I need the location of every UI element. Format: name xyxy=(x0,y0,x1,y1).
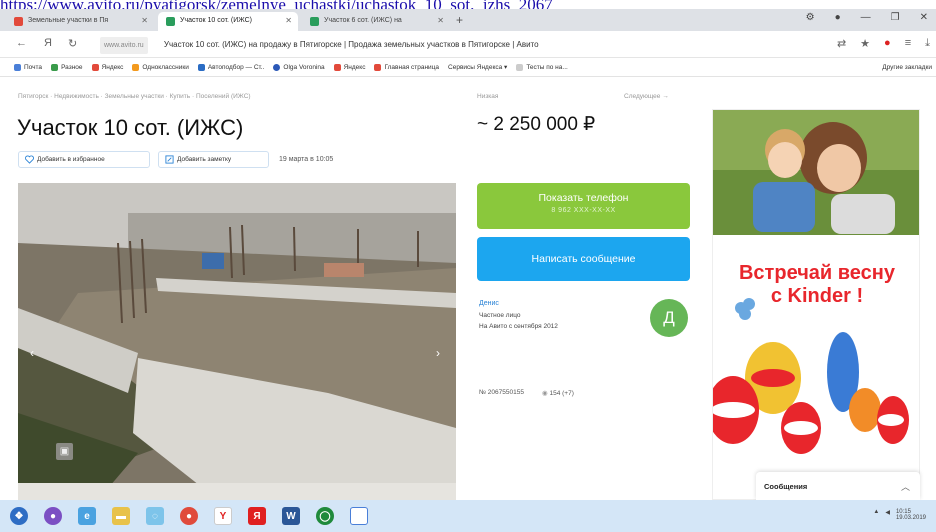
eye-icon: ◉ xyxy=(542,390,548,397)
new-tab-button[interactable]: + xyxy=(456,13,463,27)
ad-slogan: Встречай весну с Kinder ! xyxy=(738,262,895,307)
omnibox-title: Участок 10 сот. (ИЖС) на продажу в Пятиг… xyxy=(163,40,539,49)
avito-favicon-icon xyxy=(14,17,23,26)
address-bar-actions: ⇄ ★ ● ≡ ⤓ xyxy=(837,37,930,50)
account-icon[interactable]: ⚙ xyxy=(806,12,815,23)
messages-popup[interactable]: Сообщения ︿ xyxy=(756,472,920,500)
chevron-up-icon[interactable]: ︿ xyxy=(901,480,910,493)
bookmark-star-icon[interactable]: ★ xyxy=(860,37,870,50)
word-icon[interactable]: W xyxy=(282,507,300,525)
note-icon xyxy=(165,155,174,164)
yandex-browser-icon[interactable]: Y xyxy=(214,507,232,525)
app-icon[interactable]: ● xyxy=(44,507,62,525)
bookmark-item[interactable]: Сервисы Яндекса ▾ xyxy=(448,63,507,71)
bookmark-item[interactable]: Главная страница xyxy=(374,63,439,71)
bookmark-item[interactable]: Olga Voronina xyxy=(273,63,325,71)
app-icon[interactable] xyxy=(350,507,368,525)
next-listing-link[interactable]: Следующее → xyxy=(624,93,669,100)
show-phone-label: Показать телефон xyxy=(538,192,629,204)
tab-label: Участок 10 сот. (ИЖС) xyxy=(180,17,253,24)
clock[interactable]: 10:15 19.03.2019 xyxy=(896,509,926,521)
photo-gallery[interactable]: ‹ › ▣ xyxy=(18,183,456,500)
price-label: Низкая xyxy=(477,93,499,100)
minimize-icon[interactable]: — xyxy=(861,12,871,23)
app-icon[interactable]: ● xyxy=(180,507,198,525)
ie-icon[interactable]: e xyxy=(78,507,96,525)
yandex-icon[interactable]: Я xyxy=(248,507,266,525)
heart-icon xyxy=(25,155,34,164)
bookmark-item[interactable]: Разное xyxy=(51,63,83,71)
menu-icon[interactable]: ≡ xyxy=(905,37,911,50)
browser-tab-bar: Земельные участки в Пя ✕ Участок 10 сот.… xyxy=(0,9,936,31)
breadcrumb[interactable]: Пятигорск · Недвижимость · Земельные уча… xyxy=(18,93,251,100)
tab-uchastok-10[interactable]: Участок 10 сот. (ИЖС) ✕ xyxy=(158,12,298,31)
profile-icon[interactable]: ● xyxy=(884,37,891,50)
publish-date: 19 марта в 10:05 xyxy=(279,156,334,163)
tab-label: Участок 6 сот. (ИЖС) на xyxy=(324,17,402,24)
bookmark-item[interactable]: Яндекс xyxy=(333,63,365,71)
avito-favicon-icon xyxy=(166,17,175,26)
avito-favicon-icon xyxy=(310,17,319,26)
window-controls: ⚙ ● — ❐ ✕ xyxy=(806,12,928,23)
bookmark-item[interactable]: Почта xyxy=(14,63,42,71)
network-icon[interactable]: ▲ xyxy=(873,509,879,521)
os-taskbar: ❖ ● e ▬ ◌ ● Y Я W ◯ ▲ ◀ 10:15 19.03.2019 xyxy=(0,500,936,532)
page-url-link[interactable]: https://www.avito.ru/pyatigorsk/zemelnye… xyxy=(0,0,936,9)
listing-price: ~ 2 250 000 ₽ xyxy=(477,114,596,135)
close-icon[interactable]: ✕ xyxy=(285,16,292,25)
system-tray: ▲ ◀ 10:15 19.03.2019 xyxy=(873,509,926,521)
back-arrow-icon[interactable]: ← xyxy=(16,37,27,49)
start-button-icon[interactable]: ❖ xyxy=(10,507,28,525)
seller-name-link[interactable]: Денис xyxy=(479,300,499,307)
media-icon[interactable]: ◌ xyxy=(146,507,164,525)
translate-icon[interactable]: ⇄ xyxy=(837,37,846,50)
tab-zemelnye[interactable]: Земельные участки в Пя ✕ xyxy=(6,12,154,31)
extension-icon[interactable]: ● xyxy=(835,12,841,23)
page-title: Участок 10 сот. (ИЖС) xyxy=(17,115,244,140)
ad-number: № 2067550155 xyxy=(479,389,524,396)
add-note-button[interactable]: Добавить заметку xyxy=(158,151,269,168)
folder-icon[interactable]: ▬ xyxy=(112,507,130,525)
omnibox[interactable]: www.avito.ru Участок 10 сот. (ИЖС) на пр… xyxy=(100,36,760,54)
fullscreen-icon[interactable]: ▣ xyxy=(56,443,73,460)
seller-since: На Авито с сентября 2012 xyxy=(479,323,558,330)
bookmark-item[interactable]: Тесты по на... xyxy=(516,63,568,71)
omnibox-domain: www.avito.ru xyxy=(100,37,148,54)
gallery-next-arrow-icon[interactable]: › xyxy=(436,346,440,360)
avatar[interactable]: Д xyxy=(650,299,688,337)
avito-listing-page: Пятигорск · Недвижимость · Земельные уча… xyxy=(0,77,936,500)
masked-phone: 8 962 XXX-XX-XX xyxy=(551,207,616,214)
seller-type: Частное лицо xyxy=(479,312,521,319)
chrome-icon[interactable]: ◯ xyxy=(316,507,334,525)
show-phone-button[interactable]: Показать телефон 8 962 XXX-XX-XX xyxy=(477,183,690,229)
write-message-button[interactable]: Написать сообщение xyxy=(477,237,690,281)
view-count: ◉ 154 (+7) xyxy=(542,390,574,397)
close-icon[interactable]: ✕ xyxy=(437,16,444,25)
bookmarks-bar: Почта Разное Яндекс Одноклассники Автопо… xyxy=(0,58,936,77)
land-plot-photo xyxy=(18,183,456,500)
bookmark-item[interactable]: Автоподбор — Ст.. xyxy=(197,63,264,71)
address-bar: ← Я ↻ www.avito.ru Участок 10 сот. (ИЖС)… xyxy=(0,31,936,58)
volume-icon[interactable]: ◀ xyxy=(885,509,890,521)
tab-uchastok-6[interactable]: Участок 6 сот. (ИЖС) на ✕ xyxy=(302,12,450,31)
kinder-ad-banner[interactable]: Встречай весну с Kinder ! xyxy=(712,109,920,500)
other-bookmarks[interactable]: Другие закладки xyxy=(882,64,932,71)
download-icon[interactable]: ⤓ xyxy=(925,37,930,50)
add-to-favorites-button[interactable]: Добавить в избранное xyxy=(18,151,150,168)
maximize-icon[interactable]: ❐ xyxy=(891,12,900,23)
reload-icon[interactable]: ↻ xyxy=(68,37,77,50)
close-window-icon[interactable]: ✕ xyxy=(920,12,928,23)
tab-label: Земельные участки в Пя xyxy=(28,17,109,24)
bookmark-item[interactable]: Одноклассники xyxy=(132,63,189,71)
bookmark-item[interactable]: Яндекс xyxy=(91,63,123,71)
yandex-logo-icon[interactable]: Я xyxy=(44,37,52,49)
close-icon[interactable]: ✕ xyxy=(141,16,148,25)
gallery-prev-arrow-icon[interactable]: ‹ xyxy=(30,346,34,360)
